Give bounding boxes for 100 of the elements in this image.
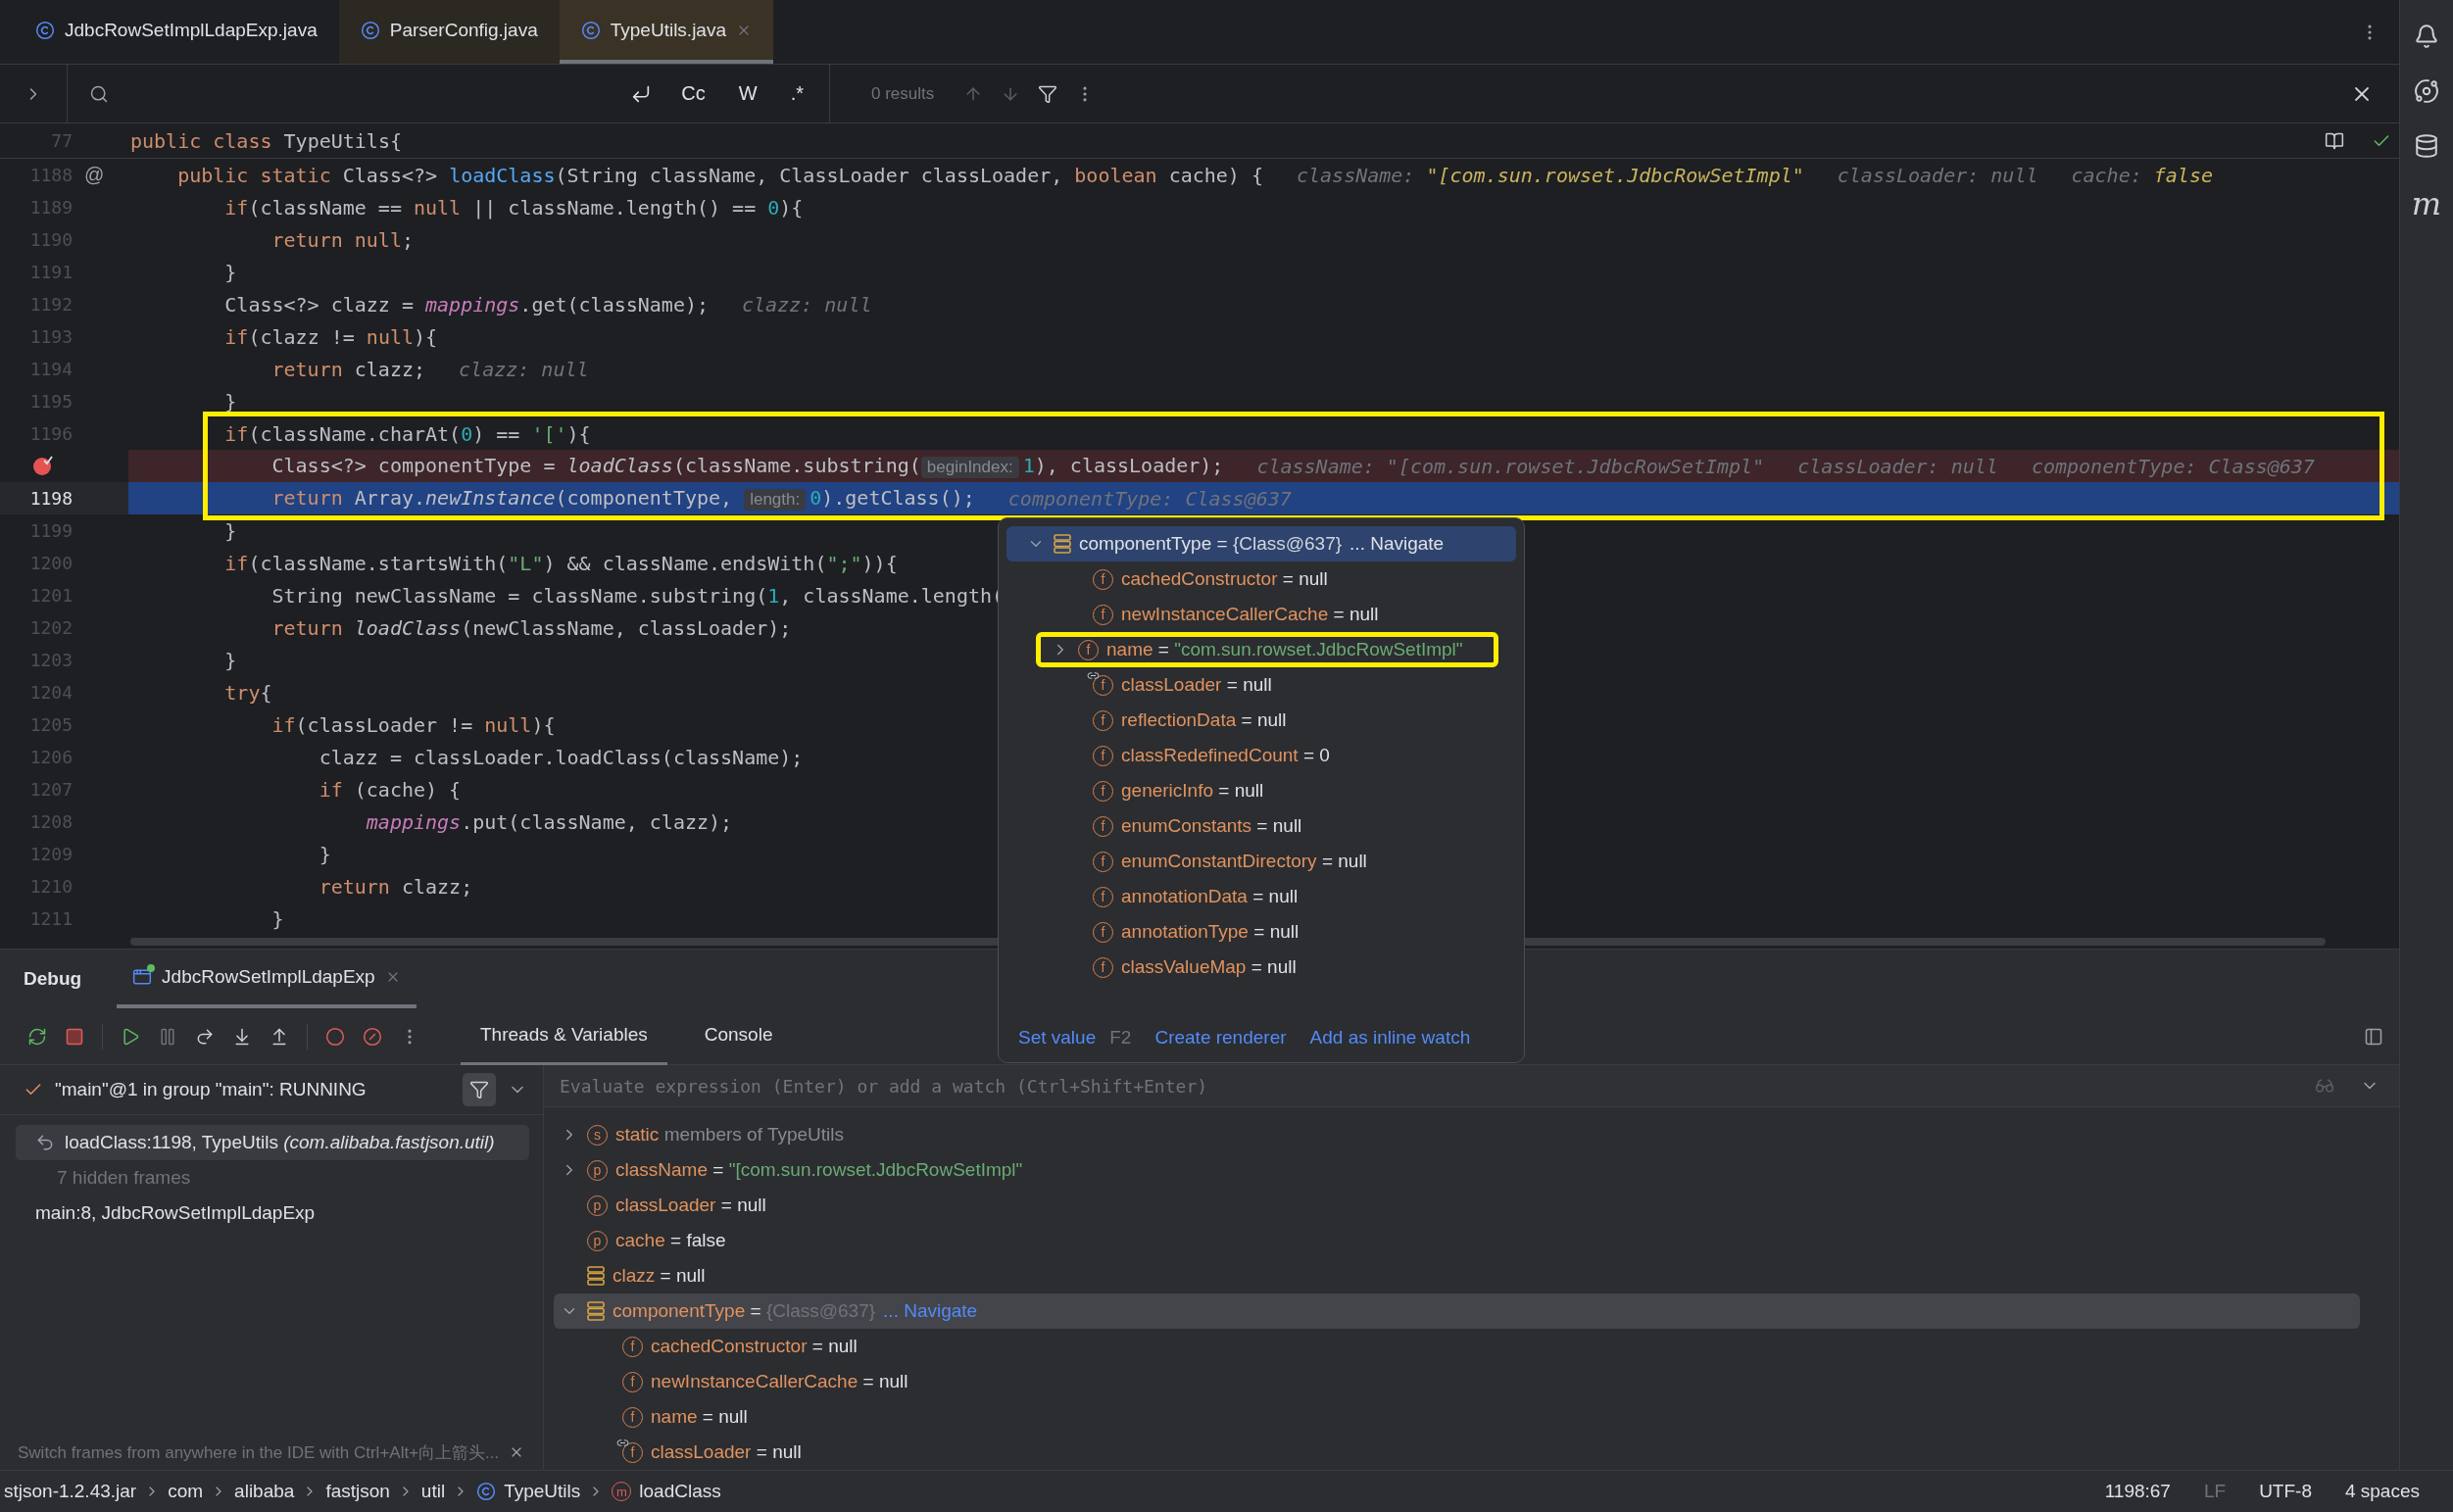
stack-frame[interactable]: main:8, JdbcRowSetImplLdapExp	[35, 1202, 316, 1224]
variable-entry: classLoader = null	[1121, 674, 1272, 696]
layout-icon[interactable]	[2364, 1026, 2383, 1047]
popup-action[interactable]: Add as inline watch	[1309, 1027, 1471, 1049]
code-line: }	[223, 648, 237, 672]
variable-entry: enumConstants = null	[1121, 815, 1302, 837]
results-count: 0 results	[871, 83, 935, 104]
editor-tab[interactable]: TypeUtils.java	[559, 0, 773, 64]
code-line: }	[223, 518, 237, 543]
view-tab[interactable]: Console	[684, 1007, 793, 1065]
database-icon[interactable]	[2414, 133, 2439, 159]
tree-row[interactable]: f classLoader = null	[554, 1435, 2360, 1470]
filter-icon[interactable]	[1038, 83, 1058, 104]
tree-row[interactable]: f cachedConstructor = null	[1006, 561, 1516, 597]
variable-entry: componentType = {Class@637}	[1079, 533, 1343, 555]
breakpoint-icon[interactable]	[31, 455, 53, 477]
code-line: mappings.put(className, clazz);	[365, 809, 733, 834]
tree-row[interactable]: p className = "[com.sun.rowset.JdbcRowSetImpl"	[554, 1152, 2360, 1188]
tree-row[interactable]: f classValueMap = null	[1006, 950, 1516, 985]
tree-row[interactable]: clazz = null	[554, 1258, 2360, 1293]
step-out-icon[interactable]	[270, 1026, 289, 1047]
search-option[interactable]: Cc	[677, 82, 710, 105]
bell-icon[interactable]	[2414, 24, 2439, 49]
code-line: if(classLoader != null){	[270, 712, 556, 737]
tool-button[interactable]: m	[2411, 188, 2442, 219]
class-icon	[580, 20, 601, 40]
inline-value: componentType: Class@637	[1007, 486, 1292, 511]
class-icon	[476, 1482, 497, 1501]
step-into-icon[interactable]	[232, 1026, 252, 1047]
code-line: if(className.charAt(0) == '['){	[223, 421, 591, 446]
tree-row[interactable]: f enumConstantDirectory = null	[1006, 844, 1516, 879]
popup-action[interactable]: Create renderer	[1154, 1027, 1287, 1049]
search-option[interactable]: .*	[786, 82, 808, 105]
tree-row[interactable]: componentType = {Class@637} ... Navigate	[1006, 526, 1516, 561]
tree-row[interactable]: f classRedefinedCount = 0	[1006, 738, 1516, 773]
breadcrumb[interactable]: com	[168, 1481, 204, 1502]
breadcrumb[interactable]: alibaba	[234, 1481, 295, 1502]
navigate-link[interactable]: ... Navigate	[1349, 533, 1445, 555]
breakpoints-icon[interactable]	[325, 1026, 345, 1047]
tree-row[interactable]: f name = null	[554, 1399, 2360, 1435]
hint-text: Switch frames from anywhere in the IDE with Ctrl+Alt+向上箭头...	[18, 1441, 500, 1464]
tree-row[interactable]: f reflectionData = null	[1006, 703, 1516, 738]
book-icon[interactable]	[2325, 130, 2344, 151]
rerun-icon[interactable]	[27, 1026, 47, 1047]
tree-row[interactable]: f genericInfo = null	[1006, 773, 1516, 808]
line-number: 1198	[28, 488, 73, 509]
tree-row[interactable]: f newInstanceCallerCache = null	[1006, 597, 1516, 632]
status-item[interactable]: 4 spaces	[2344, 1481, 2420, 1502]
variable-entry: annotationData = null	[1121, 886, 1299, 907]
orbit-icon[interactable]	[2414, 78, 2439, 104]
popup-action[interactable]: Set value	[1018, 1027, 1097, 1049]
variable-entry: enumConstantDirectory = null	[1121, 851, 1367, 872]
code-line: String newClassName = className.substring(1, className.length(	[270, 583, 1005, 608]
breadcrumb[interactable]: loadClass	[639, 1481, 721, 1502]
code-line: return null;	[270, 227, 414, 252]
pause-icon[interactable]	[158, 1026, 177, 1047]
stop-icon[interactable]	[65, 1026, 84, 1047]
breadcrumb[interactable]: util	[420, 1481, 446, 1502]
code-line: if (cache) {	[318, 777, 462, 802]
search-option[interactable]: W	[734, 82, 761, 105]
inline-value: componentType: Class@637	[2031, 454, 2315, 478]
tree-row[interactable]: f name = "com.sun.rowset.JdbcRowSetImpl"	[1036, 632, 1498, 667]
status-item[interactable]: UTF-8	[2259, 1481, 2312, 1502]
editor-tab[interactable]: ParserConfig.java	[338, 0, 560, 64]
breadcrumb[interactable]: TypeUtils	[504, 1481, 581, 1502]
tree-row[interactable]: f annotationType = null	[1006, 914, 1516, 950]
tree-row[interactable]: p cache = false	[554, 1223, 2360, 1258]
variable-entry: reflectionData = null	[1121, 709, 1287, 731]
filter-button[interactable]	[463, 1073, 496, 1106]
code-line: }	[223, 260, 237, 284]
stack-frame[interactable]: loadClass:1198, TypeUtils (com.alibaba.fastjson.util)	[65, 1132, 495, 1153]
search-icon[interactable]	[89, 83, 109, 104]
panel-title: Debug	[24, 968, 82, 990]
breadcrumb[interactable]: stjson-1.2.43.jar	[4, 1481, 137, 1502]
return-icon	[35, 1133, 55, 1152]
inline-value: className: "[com.sun.rowset.JdbcRowSetImpl"	[1256, 454, 1765, 478]
tree-row[interactable]: f classLoader = null	[1006, 667, 1516, 703]
session-tab[interactable]: JdbcRowSetImplLdapExp	[117, 950, 417, 1008]
code-line: }	[270, 906, 284, 931]
filter-icon	[469, 1080, 489, 1099]
class-icon	[360, 20, 380, 40]
tree-row[interactable]: f newInstanceCallerCache = null	[554, 1364, 2360, 1399]
tree-row[interactable]: p classLoader = null	[554, 1188, 2360, 1223]
tree-row[interactable]: f enumConstants = null	[1006, 808, 1516, 844]
tree-row[interactable]: s static members of TypeUtils	[554, 1117, 2360, 1152]
tree-row[interactable]: f cachedConstructor = null	[554, 1329, 2360, 1364]
mute-breakpoints-icon[interactable]	[363, 1026, 382, 1047]
frame-row[interactable]: loadClass:1198, TypeUtils (com.alibaba.fastjson.util)	[16, 1125, 529, 1160]
variable-entry: newInstanceCallerCache = null	[1121, 604, 1379, 625]
editor-tab[interactable]: JdbcRowSetImplLdapExp.java	[14, 0, 339, 64]
class-icon	[35, 20, 55, 40]
variable-entry: cache = false	[615, 1230, 726, 1251]
gutter-mark[interactable]: @	[84, 164, 105, 186]
breadcrumb[interactable]: fastjson	[325, 1481, 390, 1502]
code-line: Class<?> clazz = mappings.get(className);	[223, 292, 709, 317]
status-item[interactable]: 1198:67	[2104, 1481, 2171, 1502]
code-line: public static Class<?> loadClass(String className, ClassLoader classLoader, boolean cache) {	[176, 163, 1263, 187]
variable-entry: static members of TypeUtils	[615, 1124, 845, 1146]
tree-row[interactable]: f annotationData = null	[1006, 879, 1516, 914]
resume-icon[interactable]	[121, 1026, 140, 1047]
